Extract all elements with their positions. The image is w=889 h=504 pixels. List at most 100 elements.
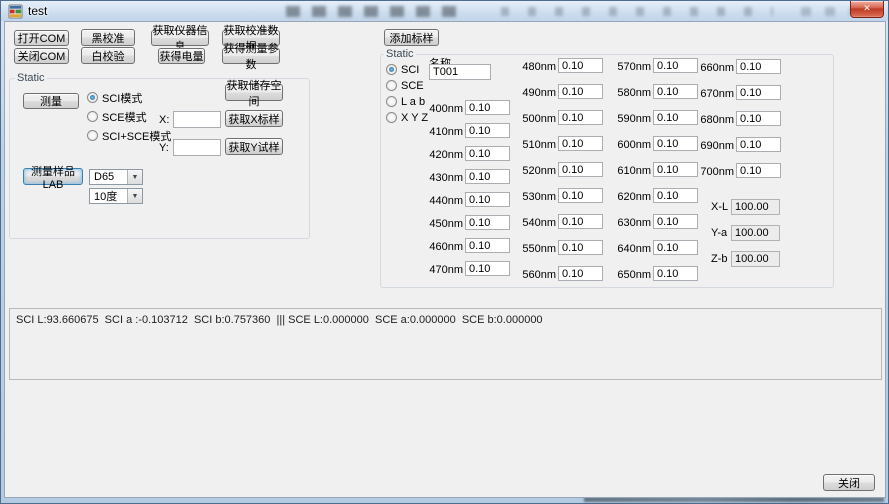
wavelength-label: 560nm: [522, 269, 556, 281]
wavelength-row: 630nm: [617, 214, 698, 229]
wavelength-input-610nm[interactable]: [653, 162, 698, 177]
tristimulus-row: Z-b100.00: [711, 251, 780, 267]
measure-sample-lab-button[interactable]: 测量样品LAB: [23, 168, 83, 185]
wavelength-input-580nm[interactable]: [653, 84, 698, 99]
wavelength-label: 640nm: [617, 243, 651, 255]
illuminant-select[interactable]: D65 ▼: [89, 169, 143, 185]
y-input[interactable]: [173, 139, 221, 156]
wavelength-row: 460nm: [429, 238, 510, 253]
wavelength-row: 690nm: [700, 137, 781, 152]
wavelength-input-550nm[interactable]: [558, 240, 603, 255]
wavelength-input-590nm[interactable]: [653, 110, 698, 125]
left-group-label: Static: [15, 72, 47, 84]
get-measure-params-button[interactable]: 获得测量参数: [222, 48, 280, 64]
x-input[interactable]: [173, 111, 221, 128]
wavelength-input-460nm[interactable]: [465, 238, 510, 253]
wavelength-input-630nm[interactable]: [653, 214, 698, 229]
get-battery-button[interactable]: 获得电量: [158, 48, 205, 64]
tristimulus-label: X-L: [711, 201, 731, 213]
y-label: Y:: [159, 142, 169, 154]
radio-icon: [87, 130, 98, 141]
measure-button[interactable]: 测量: [23, 93, 79, 109]
add-standard-button[interactable]: 添加标样: [384, 29, 439, 46]
get-x-standard-button[interactable]: 获取X标样: [225, 110, 283, 127]
wavelength-row: 480nm: [522, 58, 603, 73]
close-com-button[interactable]: 关闭COM: [14, 48, 69, 64]
wavelength-row: 470nm: [429, 261, 510, 276]
get-storage-button[interactable]: 获取储存空间: [225, 84, 283, 101]
wavelength-label: 430nm: [429, 172, 463, 184]
wavelength-input-400nm[interactable]: [465, 100, 510, 115]
app-icon: [8, 4, 23, 19]
wavelength-label: 670nm: [700, 88, 734, 100]
get-y-sample-button[interactable]: 获取Y试样: [225, 138, 283, 155]
name-input[interactable]: [429, 64, 491, 80]
app-window: test ✕ 打开COM 关闭COM 黑校准 白校验 获取仪器信息 获得电量 获…: [0, 0, 889, 504]
wavelength-input-430nm[interactable]: [465, 169, 510, 184]
wavelength-label: 510nm: [522, 139, 556, 151]
glass-artifact: [801, 7, 851, 16]
wavelength-label: 580nm: [617, 87, 651, 99]
wavelength-input-490nm[interactable]: [558, 84, 603, 99]
wavelength-label: 480nm: [522, 61, 556, 73]
wavelength-input-450nm[interactable]: [465, 215, 510, 230]
wavelength-row: 510nm: [522, 136, 603, 151]
wavelength-input-500nm[interactable]: [558, 110, 603, 125]
wavelength-row: 680nm: [700, 111, 781, 126]
white-calibration-button[interactable]: 白校验: [81, 47, 135, 64]
wavelength-input-650nm[interactable]: [653, 266, 698, 281]
radio-icon: [87, 111, 98, 122]
wavelength-input-680nm[interactable]: [736, 111, 781, 126]
wavelength-row: 530nm: [522, 188, 603, 203]
black-calibration-button[interactable]: 黑校准: [81, 29, 135, 46]
client-area: 打开COM 关闭COM 黑校准 白校验 获取仪器信息 获得电量 获取校准数据 获…: [4, 21, 886, 498]
radio-option[interactable]: SCI: [386, 63, 428, 76]
chevron-down-icon: ▼: [127, 170, 142, 184]
wavelength-input-510nm[interactable]: [558, 136, 603, 151]
radio-icon: [386, 80, 397, 91]
radio-label: L a b: [401, 96, 425, 108]
open-com-button[interactable]: 打开COM: [14, 30, 69, 46]
wavelength-row: 500nm: [522, 110, 603, 125]
wavelength-input-440nm[interactable]: [465, 192, 510, 207]
window-close-button[interactable]: ✕: [850, 1, 884, 18]
wavelength-input-520nm[interactable]: [558, 162, 603, 177]
chevron-down-icon: ▼: [127, 189, 142, 203]
radio-option[interactable]: SCI+SCE模式: [87, 129, 171, 142]
wavelength-input-470nm[interactable]: [465, 261, 510, 276]
titlebar[interactable]: test ✕: [1, 1, 888, 21]
radio-option[interactable]: L a b: [386, 95, 428, 108]
wavelength-input-410nm[interactable]: [465, 123, 510, 138]
wavelength-row: 620nm: [617, 188, 698, 203]
wavelength-input-570nm[interactable]: [653, 58, 698, 73]
observer-select[interactable]: 10度 ▼: [89, 188, 143, 204]
wavelength-row: 640nm: [617, 240, 698, 255]
wavelength-row: 590nm: [617, 110, 698, 125]
wavelength-label: 550nm: [522, 243, 556, 255]
wavelength-label: 590nm: [617, 113, 651, 125]
wavelength-label: 500nm: [522, 113, 556, 125]
wavelength-label: 570nm: [617, 61, 651, 73]
wavelength-row: 570nm: [617, 58, 698, 73]
observer-value: 10度: [90, 188, 127, 204]
wavelength-input-560nm[interactable]: [558, 266, 603, 281]
wavelength-input-480nm[interactable]: [558, 58, 603, 73]
wavelength-input-620nm[interactable]: [653, 188, 698, 203]
close-button[interactable]: 关闭: [823, 474, 875, 491]
wavelength-input-670nm[interactable]: [736, 85, 781, 100]
wavelength-input-600nm[interactable]: [653, 136, 698, 151]
radio-option[interactable]: SCE: [386, 79, 428, 92]
wavelength-label: 400nm: [429, 103, 463, 115]
wavelength-input-420nm[interactable]: [465, 146, 510, 161]
wavelength-input-690nm[interactable]: [736, 137, 781, 152]
wavelength-input-540nm[interactable]: [558, 214, 603, 229]
wavelength-input-640nm[interactable]: [653, 240, 698, 255]
wavelength-label: 490nm: [522, 87, 556, 99]
wavelength-input-530nm[interactable]: [558, 188, 603, 203]
radio-option[interactable]: SCI模式: [87, 91, 171, 104]
wavelength-row: 700nm: [700, 163, 781, 178]
wavelength-input-700nm[interactable]: [736, 163, 781, 178]
wavelength-input-660nm[interactable]: [736, 59, 781, 74]
radio-option[interactable]: X Y Z: [386, 111, 428, 124]
get-instrument-info-button[interactable]: 获取仪器信息: [151, 30, 209, 46]
